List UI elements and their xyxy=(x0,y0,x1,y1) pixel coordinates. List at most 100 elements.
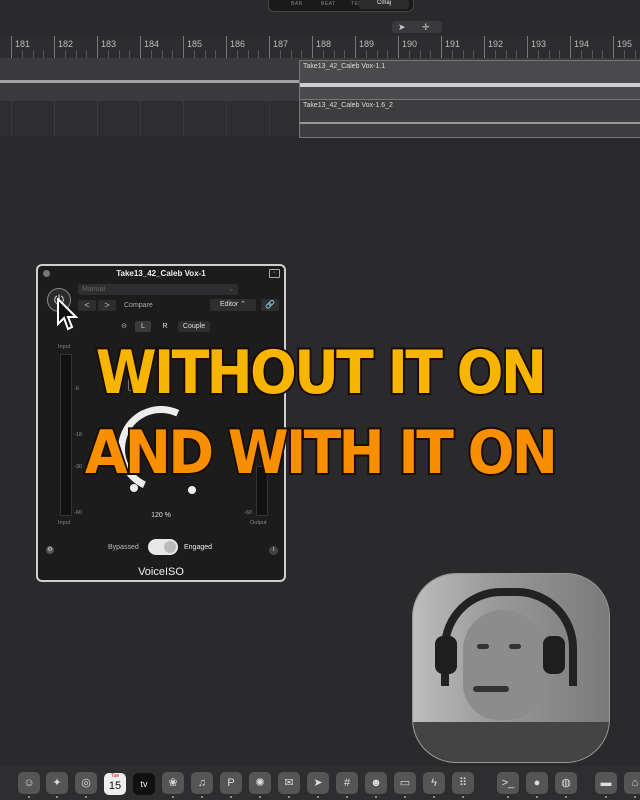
bar-label: BAR xyxy=(291,1,303,7)
launchpad-icon[interactable]: ✺ xyxy=(249,772,271,794)
ruler-minor-tick xyxy=(634,50,636,58)
key-display[interactable]: Cmaj xyxy=(359,0,409,9)
photos-icon[interactable]: ❀ xyxy=(162,772,184,794)
calendar-icon[interactable]: Tue 15 xyxy=(104,773,126,795)
chevron-down-icon: ⌄ xyxy=(228,286,234,293)
right-channel-button[interactable]: R xyxy=(157,321,173,332)
telegram-icon[interactable]: ➤ xyxy=(307,772,329,794)
ruler-bar-marker: 183 xyxy=(97,36,116,58)
ruler-minor-tick xyxy=(129,50,131,58)
editor-dropdown[interactable]: Editor ⌃ xyxy=(210,299,256,311)
ruler-minor-tick xyxy=(580,50,582,58)
link-icon[interactable]: 🔗 xyxy=(261,299,279,311)
logic-icon[interactable]: ◍ xyxy=(555,772,577,794)
pointer-tool-icon[interactable]: ➤ xyxy=(398,21,406,33)
bypass-toggle[interactable] xyxy=(148,539,178,555)
app-icon[interactable]: ▭ xyxy=(394,772,416,794)
folder-icon[interactable]: ▬ xyxy=(595,772,617,794)
ruler-minor-tick xyxy=(537,50,539,58)
timeline-ruler[interactable]: 181 182 183 184 185 186 187 188 189 190 191 192 193 1… xyxy=(0,36,640,59)
finder-icon[interactable]: ☺ xyxy=(18,772,40,794)
waveform xyxy=(0,80,300,83)
ruler-minor-tick xyxy=(279,50,281,58)
terminal-icon[interactable]: >_ xyxy=(497,772,519,794)
ruler-bar-number: 185 xyxy=(187,39,203,49)
ruler-minor-tick xyxy=(333,50,335,58)
running-indicator xyxy=(259,796,261,798)
pencil-tool-icon[interactable]: ✛ xyxy=(422,21,430,33)
running-indicator xyxy=(346,796,348,798)
ruler-minor-tick xyxy=(107,50,109,58)
ruler-bar-marker: 194 xyxy=(570,36,589,58)
tool-selector[interactable]: ➤ ✛ xyxy=(392,21,442,33)
webcam-mustache xyxy=(473,686,509,692)
slack-icon[interactable]: # xyxy=(336,772,358,794)
running-indicator xyxy=(172,796,174,798)
ruler-minor-tick xyxy=(215,50,217,58)
ruler-bar-number: 189 xyxy=(359,39,375,49)
ruler-minor-tick xyxy=(430,50,432,58)
ruler-minor-tick xyxy=(32,50,34,58)
couple-button[interactable]: Couple xyxy=(178,321,210,332)
ruler-bar-marker: 189 xyxy=(355,36,374,58)
ruler-bar-marker: 191 xyxy=(441,36,460,58)
audio-region-1[interactable]: Take13_42_Caleb Vox-1.1 xyxy=(299,60,640,100)
ruler-minor-tick xyxy=(419,50,421,58)
window-resize-icon[interactable]: ▫ xyxy=(269,269,280,278)
ruler-bar-number: 184 xyxy=(144,39,160,49)
ruler-bar-number: 195 xyxy=(617,39,633,49)
plugin-name: VoiceISO xyxy=(138,566,184,578)
ruler-bar-number: 190 xyxy=(402,39,418,49)
running-indicator xyxy=(28,796,30,798)
ruler-bar-marker: 186 xyxy=(226,36,245,58)
ruler-minor-tick xyxy=(21,50,23,58)
app-icon[interactable]: ⠿ xyxy=(452,772,474,794)
audio-region-2[interactable]: Take13_42_Caleb Vox-1.6_2 xyxy=(299,99,640,138)
running-indicator xyxy=(462,796,464,798)
ruler-bar-marker: 185 xyxy=(183,36,202,58)
chrome-icon[interactable]: ◎ xyxy=(75,772,97,794)
ruler-minor-tick xyxy=(301,50,303,58)
compare-button[interactable]: Compare xyxy=(124,300,153,311)
pages-icon[interactable]: P xyxy=(220,772,242,794)
ruler-minor-tick xyxy=(204,50,206,58)
headphone-earcup xyxy=(543,636,565,674)
ruler-bar-number: 186 xyxy=(230,39,246,49)
apple-tv-icon[interactable]: tv xyxy=(133,773,155,795)
trash-icon[interactable]: ⌂ xyxy=(624,772,640,794)
safari-icon[interactable]: ✦ xyxy=(46,772,68,794)
region-label: Take13_42_Caleb Vox-1.6_2 xyxy=(303,102,393,109)
ruler-minor-tick xyxy=(591,50,593,58)
amount-percent: 120 % xyxy=(151,512,171,519)
running-indicator xyxy=(201,796,203,798)
previous-preset-button[interactable]: < xyxy=(78,300,96,311)
minus-icon[interactable]: ⊖ xyxy=(118,321,130,332)
mail-icon[interactable]: ✉ xyxy=(278,772,300,794)
ruler-minor-tick xyxy=(258,50,260,58)
preset-value: Manual xyxy=(82,286,105,293)
running-indicator xyxy=(536,796,538,798)
ruler-minor-tick xyxy=(494,50,496,58)
record-icon[interactable]: ● xyxy=(526,772,548,794)
info-button[interactable]: i xyxy=(269,546,278,555)
ruler-bar-marker: 184 xyxy=(140,36,159,58)
music-icon[interactable]: ♫ xyxy=(191,772,213,794)
running-indicator xyxy=(85,796,87,798)
ruler-bar-marker: 190 xyxy=(398,36,417,58)
ruler-minor-tick xyxy=(247,50,249,58)
webcam-shirt xyxy=(413,722,609,762)
left-channel-button[interactable]: L xyxy=(135,321,151,332)
ruler-bar-marker: 188 xyxy=(312,36,331,58)
caption-line-1: WITHOUT IT ON xyxy=(94,336,549,410)
plugin-window-title: Take13_42_Caleb Vox-1 xyxy=(116,269,206,278)
ruler-minor-tick xyxy=(473,50,475,58)
preset-dropdown[interactable]: Manual ⌄ xyxy=(78,284,238,295)
ruler-minor-tick xyxy=(172,50,174,58)
next-preset-button[interactable]: > xyxy=(98,300,116,311)
ruler-minor-tick xyxy=(150,50,152,58)
ruler-bar-number: 194 xyxy=(574,39,590,49)
bolt-icon[interactable]: ϟ xyxy=(423,772,445,794)
settings-icon[interactable]: ⚙ xyxy=(46,546,54,554)
transport-display: BAR BEAT TEMPO Cmaj xyxy=(268,0,414,12)
app-icon[interactable]: ☻ xyxy=(365,772,387,794)
